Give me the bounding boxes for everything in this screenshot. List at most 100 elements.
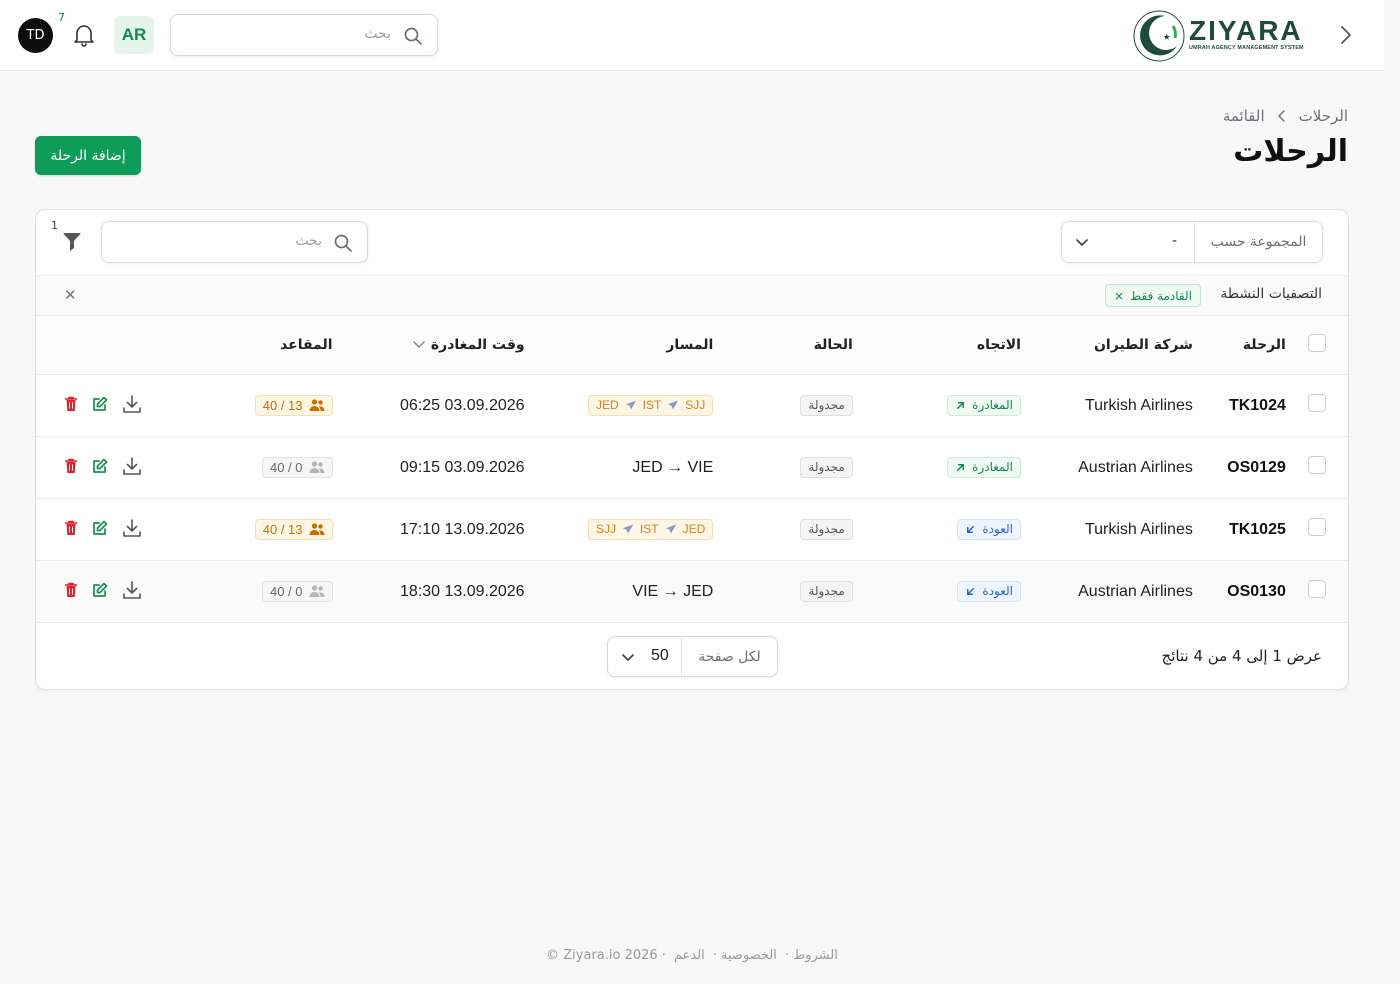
flight-number[interactable]: TK1024 xyxy=(1229,397,1286,414)
header-seats[interactable]: المقاعد xyxy=(142,316,333,375)
filter-icon[interactable] xyxy=(62,231,82,253)
language-switch[interactable]: AR xyxy=(114,16,154,54)
download-icon[interactable] xyxy=(122,518,142,538)
chevron-down-icon xyxy=(622,654,634,662)
search-icon xyxy=(404,27,422,45)
arrow-up-right-icon xyxy=(957,401,965,409)
download-icon[interactable] xyxy=(122,580,142,600)
breadcrumb-flights[interactable]: الرحلات xyxy=(1299,107,1348,125)
footer-link-privacy[interactable]: الخصوصية xyxy=(721,948,777,963)
row-checkbox[interactable] xyxy=(1307,456,1326,474)
filter-chip-upcoming[interactable]: × القادمة فقط xyxy=(1105,284,1201,307)
add-flight-button[interactable]: إضافة الرحلة xyxy=(35,136,141,175)
notification-count: 7 xyxy=(58,11,65,24)
seats-badge: 40 / 0 xyxy=(261,456,333,478)
departure-time: 06:25 03.09.2026 xyxy=(400,396,525,414)
table-row[interactable]: TK1025 Turkish Airlines العودة مجدولة SJJ IST… xyxy=(36,498,1348,561)
download-icon[interactable] xyxy=(122,394,142,414)
footer-link-support[interactable]: الدعم xyxy=(674,948,705,963)
table-row[interactable]: TK1024 Turkish Airlines المغادرة مجدولة JED I… xyxy=(36,374,1348,437)
group-by-value: - xyxy=(1172,233,1178,249)
header-departure-time[interactable]: وقت المغادرة xyxy=(332,316,525,375)
table-header-row: الرحلة شركة الطيران الاتجاه الحالة المسا… xyxy=(36,316,1348,375)
direction-label: المغادرة xyxy=(972,460,1013,474)
table-row[interactable]: OS0130 Austrian Airlines العودة مجدولة VIE →… xyxy=(36,560,1348,623)
trash-icon[interactable] xyxy=(64,582,78,598)
users-icon xyxy=(309,585,325,597)
seats-badge: 40 / 0 xyxy=(261,580,333,602)
header-airline[interactable]: شركة الطيران xyxy=(1020,316,1205,375)
route-text: JED → VIE xyxy=(632,458,714,476)
clear-filters-icon[interactable]: ✕ xyxy=(64,286,77,304)
bell-icon[interactable] xyxy=(72,22,96,48)
table-search-input[interactable]: بحث xyxy=(101,221,368,263)
edit-icon[interactable] xyxy=(92,396,108,412)
filter-count: 1 xyxy=(51,219,58,232)
table-search-placeholder: بحث xyxy=(295,233,322,249)
select-all-checkbox[interactable] xyxy=(1307,333,1326,352)
status-badge: مجدولة xyxy=(800,580,853,602)
direction-label: العودة xyxy=(982,584,1013,598)
flight-number[interactable]: OS0129 xyxy=(1227,459,1286,476)
footer-copyright: © Ziyara.io 2026 xyxy=(546,948,658,963)
breadcrumb: الرحلات القائمة xyxy=(1223,105,1348,127)
row-checkbox[interactable] xyxy=(1307,580,1326,598)
table-toolbar: المجموعة حسب - بحث 1 xyxy=(36,210,1348,276)
global-search-input[interactable]: بحث xyxy=(170,14,438,56)
airline-name: Turkish Airlines xyxy=(1084,396,1193,414)
chevron-right-icon[interactable] xyxy=(1338,24,1354,46)
airline-name: Austrian Airlines xyxy=(1078,458,1193,476)
header-departure-time-label: وقت المغادرة xyxy=(430,336,525,353)
header-flight[interactable]: الرحلة xyxy=(1204,316,1286,375)
active-filters-bar: التصفيات النشطة × القادمة فقط ✕ xyxy=(36,276,1348,316)
route-stop: IST xyxy=(642,398,662,412)
departure-time: 18:30 13.09.2026 xyxy=(400,582,525,600)
row-checkbox[interactable] xyxy=(1307,518,1326,536)
airline-name: Turkish Airlines xyxy=(1084,520,1193,538)
trash-icon[interactable] xyxy=(64,458,78,474)
ziyara-logo[interactable]: ZIYARA UMRAH AGENCY MANAGEMENT SYSTEM xyxy=(1133,10,1315,62)
departure-time: 17:10 13.09.2026 xyxy=(400,520,525,538)
per-page-select[interactable]: لكل صفحة 50 xyxy=(607,636,778,677)
seats-count: 40 / 0 xyxy=(269,459,303,475)
direction-badge: العودة xyxy=(957,518,1021,540)
group-by-label: المجموعة حسب xyxy=(1194,222,1322,262)
route-stop: IST xyxy=(639,522,659,536)
header-status[interactable]: الحالة xyxy=(713,316,853,375)
edit-icon[interactable] xyxy=(92,582,108,598)
table-row[interactable]: OS0129 Austrian Airlines المغادرة مجدولة JED… xyxy=(36,436,1348,499)
seats-count: 40 / 13 xyxy=(262,397,303,413)
flight-number[interactable]: OS0130 xyxy=(1227,583,1286,600)
per-page-value: 50 xyxy=(651,647,669,664)
sort-chevron-down-icon xyxy=(413,341,425,348)
trash-icon[interactable] xyxy=(64,396,78,412)
logo-tagline: UMRAH AGENCY MANAGEMENT SYSTEM xyxy=(1189,45,1304,51)
active-filters-label: التصفيات النشطة xyxy=(1220,286,1322,302)
route-text: VIE → JED xyxy=(632,582,714,600)
download-icon[interactable] xyxy=(122,456,142,476)
edit-icon[interactable] xyxy=(92,458,108,474)
header-direction[interactable]: الاتجاه xyxy=(852,316,1021,375)
direction-badge: المغادرة xyxy=(947,456,1021,478)
trash-icon[interactable] xyxy=(64,520,78,536)
header-route[interactable]: المسار xyxy=(524,316,714,375)
seats-count: 40 / 13 xyxy=(262,521,303,537)
user-avatar[interactable]: TD xyxy=(18,18,53,53)
direction-label: المغادرة xyxy=(972,398,1013,412)
seats-count: 40 / 0 xyxy=(269,583,303,599)
flight-number[interactable]: TK1025 xyxy=(1229,521,1286,538)
direction-badge: المغادرة xyxy=(947,394,1021,416)
edit-icon[interactable] xyxy=(92,520,108,536)
footer-link-terms[interactable]: الشروط xyxy=(793,948,838,963)
row-actions xyxy=(64,580,142,600)
search-placeholder: بحث xyxy=(364,26,391,42)
flights-table-card: المجموعة حسب - بحث 1 التصفيات النشطة × ا… xyxy=(35,209,1349,690)
results-summary: عرض 1 إلى 4 من 4 نتائج xyxy=(1161,647,1322,665)
group-by-select[interactable]: المجموعة حسب - xyxy=(1061,221,1323,263)
airline-name: Austrian Airlines xyxy=(1078,582,1193,600)
arrow-down-left-icon xyxy=(967,587,975,595)
route-stop: SJJ xyxy=(595,522,616,536)
seats-badge: 40 / 13 xyxy=(254,518,333,540)
row-checkbox[interactable] xyxy=(1307,394,1326,412)
close-icon[interactable]: × xyxy=(1114,289,1124,303)
